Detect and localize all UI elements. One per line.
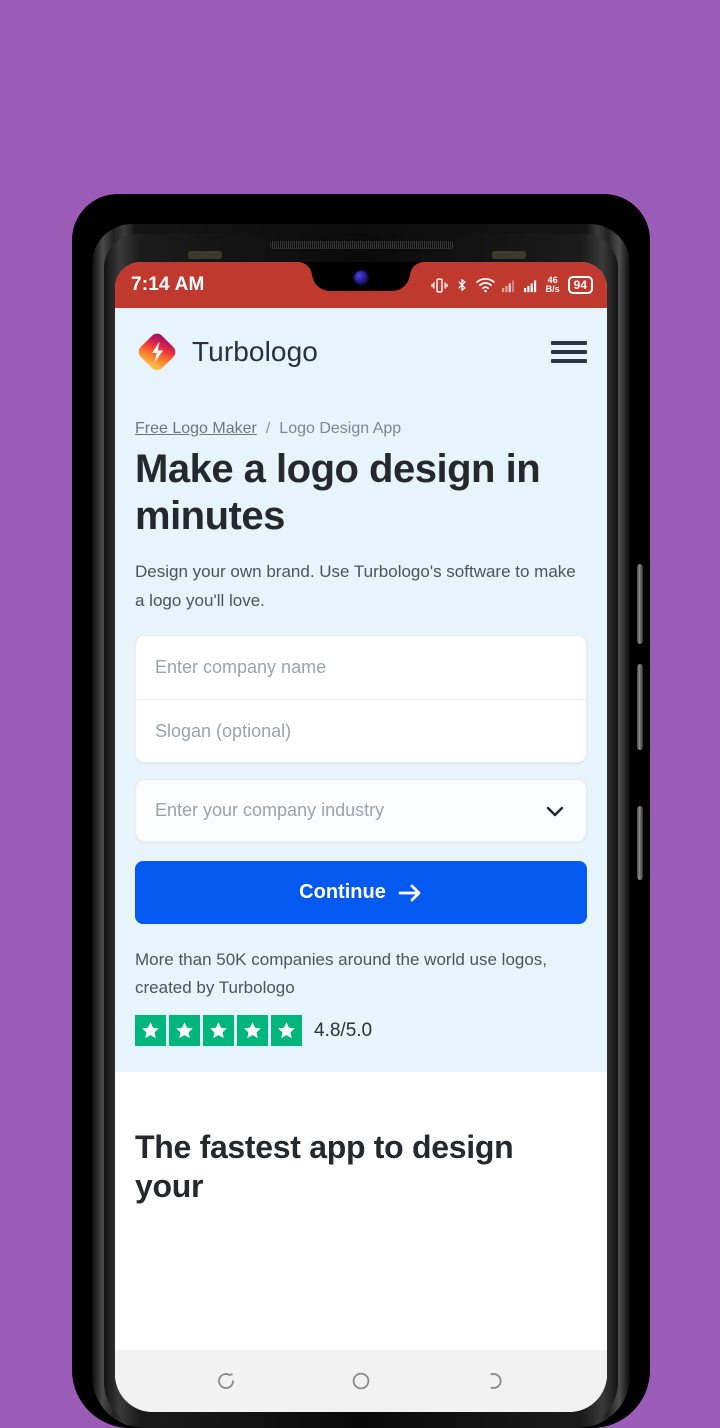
star-icon — [169, 1015, 200, 1047]
android-navigation-bar — [115, 1350, 607, 1412]
slogan-input[interactable]: Slogan (optional) — [136, 699, 586, 763]
recents-button[interactable] — [479, 1364, 513, 1398]
arrow-right-icon — [398, 884, 421, 902]
breadcrumb-current: Logo Design App — [279, 420, 402, 437]
sensor-left — [188, 251, 222, 259]
network-speed-unit: B/s — [545, 284, 560, 294]
volume-down-button[interactable] — [637, 664, 643, 750]
continue-button-label: Continue — [299, 881, 386, 904]
signal-icon-2 — [523, 280, 536, 292]
hamburger-line — [551, 359, 587, 363]
signal-icon-1 — [501, 280, 514, 292]
sensor-right — [492, 251, 526, 259]
volume-up-button[interactable] — [637, 564, 643, 644]
rating-row: 4.8/5.0 — [135, 1015, 587, 1052]
battery-indicator: 94 — [567, 276, 593, 294]
hero-subtitle: Design your own brand. Use Turbologo's s… — [135, 562, 576, 610]
star-icon — [237, 1015, 268, 1047]
earpiece-speaker — [270, 241, 454, 248]
breadcrumb-separator: / — [265, 420, 271, 437]
star-rating — [135, 1015, 302, 1047]
status-time: 7:14 AM — [131, 274, 205, 295]
status-bar: 7:14 AM 46 B/s 94 — [115, 262, 607, 308]
company-name-input[interactable]: Enter company name — [136, 636, 586, 700]
status-icon-group: 46 B/s 94 — [430, 276, 593, 294]
page-title: Make a logo design in minutes — [135, 447, 541, 539]
hero-section: Turbologo Free Logo Maker / Logo Design … — [115, 308, 607, 1073]
hamburger-line — [551, 350, 587, 354]
front-camera — [354, 271, 368, 284]
hamburger-menu-icon[interactable] — [551, 339, 587, 365]
next-section-title: The fastest app to design your — [135, 1129, 514, 1204]
web-page: Turbologo Free Logo Maker / Logo Design … — [115, 308, 607, 1412]
turbologo-diamond-icon — [135, 330, 179, 374]
industry-select[interactable]: Enter your company industry — [135, 779, 587, 843]
chevron-down-icon — [546, 806, 564, 816]
network-speed-indicator: 46 B/s — [546, 276, 560, 294]
phone-screen: 7:14 AM 46 B/s 94 Turbologo Free Logo Ma… — [115, 262, 607, 1412]
breadcrumb: Free Logo Maker / Logo Design App — [135, 420, 587, 438]
breadcrumb-link-free-logo-maker[interactable]: Free Logo Maker — [135, 420, 257, 438]
brand-logo[interactable]: Turbologo — [135, 330, 318, 374]
hero-body: Free Logo Maker / Logo Design App Make a… — [115, 420, 607, 1052]
site-header: Turbologo — [115, 308, 607, 388]
social-proof-text: More than 50K companies around the world… — [135, 950, 548, 997]
bluetooth-icon — [458, 279, 466, 291]
phone-device: 7:14 AM 46 B/s 94 Turbologo Free Logo Ma… — [72, 194, 650, 1428]
back-button[interactable] — [209, 1364, 243, 1398]
hamburger-line — [551, 341, 587, 345]
industry-select-label: Enter your company industry — [155, 800, 385, 821]
vibrate-icon — [430, 277, 448, 293]
rating-value: 4.8/5.0 — [314, 1019, 373, 1041]
power-button[interactable] — [637, 806, 643, 880]
star-icon — [203, 1015, 234, 1047]
brand-name: Turbologo — [192, 336, 318, 367]
star-icon — [271, 1015, 302, 1047]
next-section: The fastest app to design your — [115, 1072, 607, 1205]
wifi-icon — [475, 277, 495, 293]
logo-form-inputs: Enter company name Slogan (optional) — [135, 635, 587, 764]
star-icon — [135, 1015, 166, 1047]
continue-button[interactable]: Continue — [135, 861, 587, 925]
home-button[interactable] — [344, 1364, 378, 1398]
